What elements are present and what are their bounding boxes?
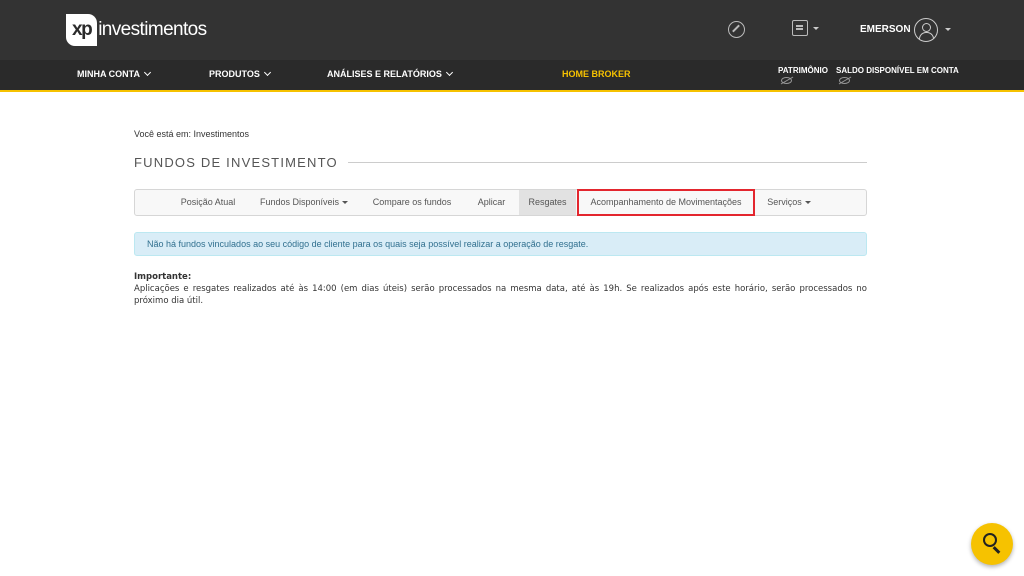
search-icon-handle [992,546,1001,554]
page-title: FUNDOS DE INVESTIMENTO [134,154,338,170]
logo-mark: xp [66,14,98,46]
tab-label: Aplicar [477,197,506,207]
nav-analises-label: ANÁLISES E RELATÓRIOS [327,69,442,79]
fund-tabs: Posição Atual Fundos Disponíveis Compare… [134,189,867,216]
user-name[interactable]: EMERSON [860,24,911,35]
chevron-down-icon [143,68,152,77]
breadcrumb: Você está em: Investimentos [134,129,250,139]
info-alert: Não há fundos vinculados ao seu código d… [134,232,867,256]
tab-label: Posição Atual [180,197,236,207]
chat-dropdown-caret-icon[interactable] [813,27,819,30]
saldo-label: SALDO DISPONÍVEL EM CONTA [836,66,959,75]
search-icon [983,533,997,547]
tab-label: Acompanhamento de Movimentações [590,197,742,207]
caret-down-icon [804,201,811,205]
page-title-row: FUNDOS DE INVESTIMENTO [134,153,867,171]
nav-produtos[interactable]: PRODUTOS [209,68,271,79]
avatar-icon[interactable] [914,18,938,42]
logo-wordmark: investimentos [98,19,207,40]
tab-resgates[interactable]: Resgates [519,190,576,215]
nav-minha-conta[interactable]: MINHA CONTA [77,68,152,79]
chat-icon[interactable] [792,20,808,36]
nav-produtos-label: PRODUTOS [209,69,260,79]
search-button[interactable] [971,523,1013,565]
chevron-down-icon [445,68,453,77]
tab-aplicar[interactable]: Aplicar [465,190,518,215]
top-header: xp investimentos EMERSON [0,0,1024,60]
title-divider [347,161,867,163]
compass-icon[interactable] [728,21,745,38]
tab-compare-fundos[interactable]: Compare os fundos [359,190,465,215]
nav-analises[interactable]: ANÁLISES E RELATÓRIOS [327,68,453,79]
tab-label: Fundos Disponíveis [259,197,340,207]
patrimonio-label: PATRIMÔNIO [778,66,828,75]
user-dropdown-caret-icon[interactable] [945,28,951,31]
tab-label: Compare os fundos [372,197,452,207]
nav-home-broker-label: HOME BROKER [562,69,631,79]
chevron-down-icon [263,68,271,77]
important-title: Importante: [134,272,192,282]
tab-label: Resgates [528,197,567,207]
xp-logo[interactable]: xp investimentos [66,14,207,46]
important-text: Aplicações e resgates realizados até às … [134,284,867,306]
eye-slash-icon[interactable] [839,77,850,84]
main-nav: MINHA CONTA PRODUTOS ANÁLISES E RELATÓRI… [0,60,1024,92]
nav-minha-conta-label: MINHA CONTA [77,69,140,79]
caret-down-icon [342,201,349,205]
tab-acompanhamento-movimentacoes[interactable]: Acompanhamento de Movimentações [577,189,755,216]
tab-label: Serviços [767,197,802,207]
nav-home-broker[interactable]: HOME BROKER [562,69,631,79]
important-note: Importante: Aplicações e resgates realiz… [134,271,867,307]
tab-posicao-atual[interactable]: Posição Atual [167,190,249,215]
tab-servicos[interactable]: Serviços [757,190,821,215]
eye-slash-icon[interactable] [781,77,792,84]
tab-fundos-disponiveis[interactable]: Fundos Disponíveis [249,190,359,215]
